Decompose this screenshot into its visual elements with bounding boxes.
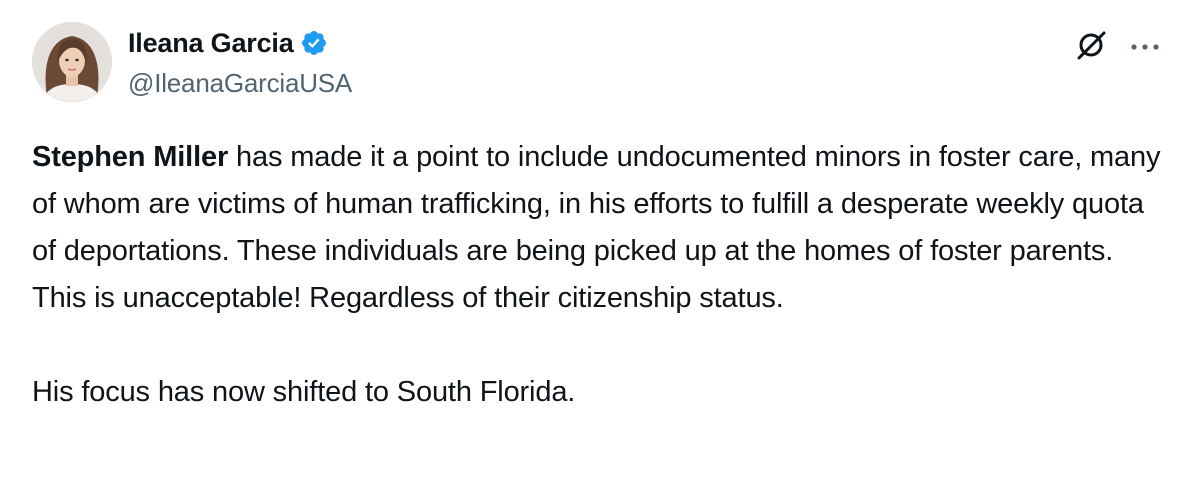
tweet-card: Ileana Garcia @IleanaGarciaUSA Stephen M… <box>0 0 1190 498</box>
top-actions <box>1074 28 1160 67</box>
profile-photo-icon <box>32 22 112 102</box>
bold-name: Stephen Miller <box>32 141 229 173</box>
author-info: Ileana Garcia @IleanaGarciaUSA <box>128 26 352 99</box>
avatar[interactable] <box>32 22 112 102</box>
more-options-icon[interactable] <box>1130 39 1160 57</box>
display-name[interactable]: Ileana Garcia <box>128 28 294 59</box>
tweet-paragraph-2: His focus has now shifted to South Flori… <box>32 376 576 408</box>
grok-icon[interactable] <box>1074 28 1108 67</box>
verified-badge-icon[interactable] <box>300 29 328 57</box>
user-handle[interactable]: @IleanaGarciaUSA <box>128 68 352 99</box>
tweet-paragraph-1: Stephen Miller has made it a point to in… <box>32 134 1162 322</box>
name-row: Ileana Garcia <box>128 26 352 60</box>
tweet-text: Stephen Miller has made it a point to in… <box>32 134 1162 416</box>
